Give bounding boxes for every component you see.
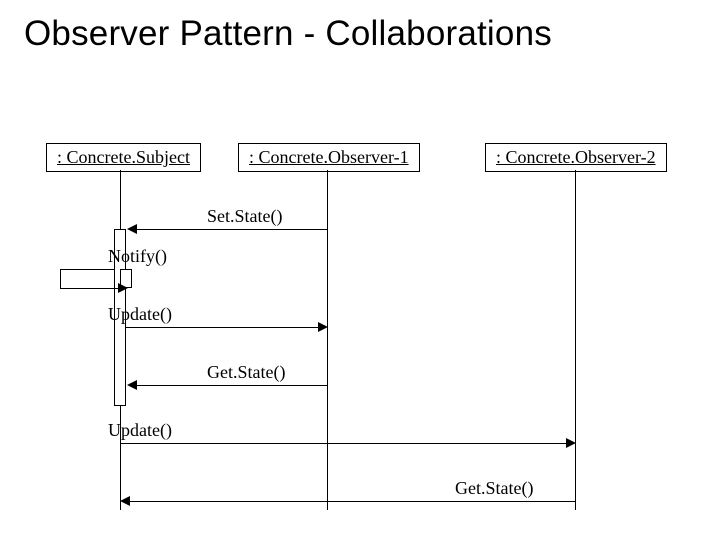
arrow-icon: [120, 496, 130, 506]
msg-label-setstate: Set.State(): [207, 206, 282, 227]
arrow-icon: [318, 322, 328, 332]
lifeline-concrete-observer2: : Concrete.Observer-2: [485, 143, 667, 172]
msg-label-getstate1: Get.State(): [207, 362, 285, 383]
msg-line-notify-bottom: [60, 288, 118, 289]
arrow-icon: [118, 283, 128, 293]
msg-label-getstate2: Get.State(): [455, 478, 533, 499]
page-title: Observer Pattern - Collaborations: [24, 14, 552, 54]
lifeline-line-observer1: [327, 170, 328, 510]
arrow-icon: [566, 438, 576, 448]
msg-label-update1: Update(): [108, 304, 172, 325]
msg-line-update2: [120, 443, 569, 444]
msg-line-notify-top: [60, 269, 114, 270]
lifeline-line-observer2: [575, 170, 576, 510]
msg-label-update2: Update(): [108, 420, 172, 441]
arrow-icon: [127, 224, 137, 234]
msg-line-getstate2: [128, 501, 575, 502]
lifeline-concrete-subject: : Concrete.Subject: [46, 143, 201, 172]
arrow-icon: [127, 380, 137, 390]
msg-line-notify-side: [60, 269, 61, 288]
msg-label-notify: Notify(): [108, 246, 167, 267]
lifeline-concrete-observer1: : Concrete.Observer-1: [238, 143, 420, 172]
msg-line-update1: [126, 327, 321, 328]
msg-line-setstate: [130, 229, 327, 230]
msg-line-getstate1: [130, 385, 327, 386]
